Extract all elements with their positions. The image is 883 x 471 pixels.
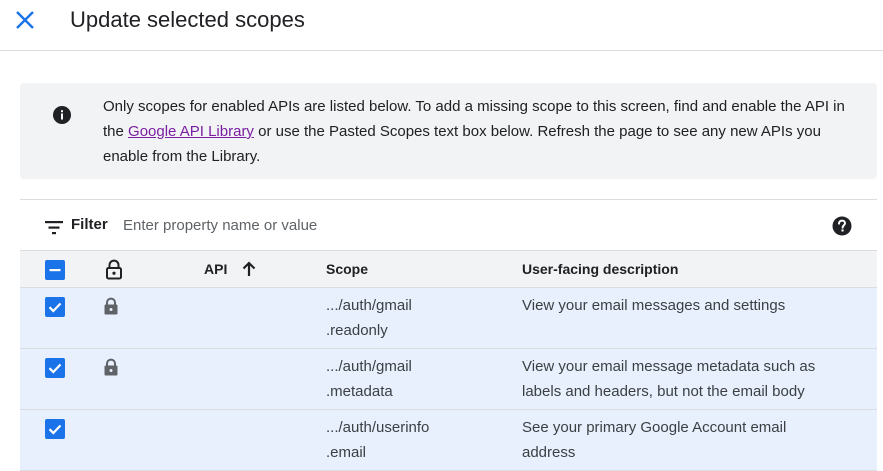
info-icon xyxy=(53,106,71,124)
description-line: labels and headers, but not the email bo… xyxy=(522,383,805,400)
dialog-title: Update selected scopes xyxy=(70,7,305,32)
scope-cell: .../auth/userinfo .email xyxy=(326,415,429,465)
description-line: See your primary Google Account email xyxy=(522,419,787,436)
column-scope[interactable]: Scope xyxy=(326,260,368,278)
help-icon[interactable] xyxy=(832,216,852,236)
lock-header-icon xyxy=(106,259,122,280)
description-cell: See your primary Google Account email ad… xyxy=(522,415,786,465)
filter-bar: Filter xyxy=(20,199,877,250)
column-api[interactable]: API xyxy=(204,260,227,278)
close-icon xyxy=(16,11,34,29)
table-row[interactable]: .../auth/gmail .metadata View your email… xyxy=(20,349,877,410)
row-checkbox[interactable] xyxy=(45,358,65,378)
description-line: View your email messages and settings xyxy=(522,297,786,314)
description-cell: View your email messages and settings xyxy=(522,293,785,318)
scope-line: .readonly xyxy=(326,322,388,339)
table-row[interactable]: .../auth/userinfo .email See your primar… xyxy=(20,410,877,471)
info-banner: Only scopes for enabled APIs are listed … xyxy=(20,83,877,179)
arrow-up-icon[interactable] xyxy=(240,260,258,278)
checkbox-checked-icon xyxy=(48,363,62,374)
scope-line: .../auth/gmail xyxy=(326,297,412,314)
scope-line: .../auth/userinfo xyxy=(326,419,430,436)
scope-line: .email xyxy=(326,444,367,461)
checkbox-checked-icon xyxy=(48,302,62,313)
google-api-library-link[interactable]: Google API Library xyxy=(128,123,254,140)
scope-cell: .../auth/gmail .readonly xyxy=(326,293,412,343)
scope-line: .metadata xyxy=(326,383,393,400)
scope-cell: .../auth/gmail .metadata xyxy=(326,354,412,404)
filter-icon xyxy=(45,221,63,235)
banner-message: Only scopes for enabled APIs are listed … xyxy=(103,94,863,169)
scope-line: .../auth/gmail xyxy=(326,358,412,375)
checkbox-checked-icon xyxy=(48,424,62,435)
row-checkbox[interactable] xyxy=(45,297,65,317)
column-description[interactable]: User-facing description xyxy=(522,260,678,278)
lock-icon xyxy=(104,297,118,315)
table-header: API Scope User-facing description xyxy=(20,250,877,288)
description-cell: View your email message metadata such as… xyxy=(522,354,815,404)
description-line: View your email message metadata such as xyxy=(522,358,816,375)
lock-icon xyxy=(104,358,118,376)
dialog-header: Update selected scopes xyxy=(0,0,883,51)
close-button[interactable] xyxy=(13,8,37,32)
select-all-checkbox[interactable] xyxy=(45,260,65,280)
table-row[interactable]: .../auth/gmail .readonly View your email… xyxy=(20,288,877,349)
row-checkbox[interactable] xyxy=(45,419,65,439)
description-line: address xyxy=(522,444,576,461)
filter-input[interactable] xyxy=(123,213,683,237)
filter-label: Filter xyxy=(71,216,108,233)
checkbox-indeterminate-icon xyxy=(49,269,61,272)
